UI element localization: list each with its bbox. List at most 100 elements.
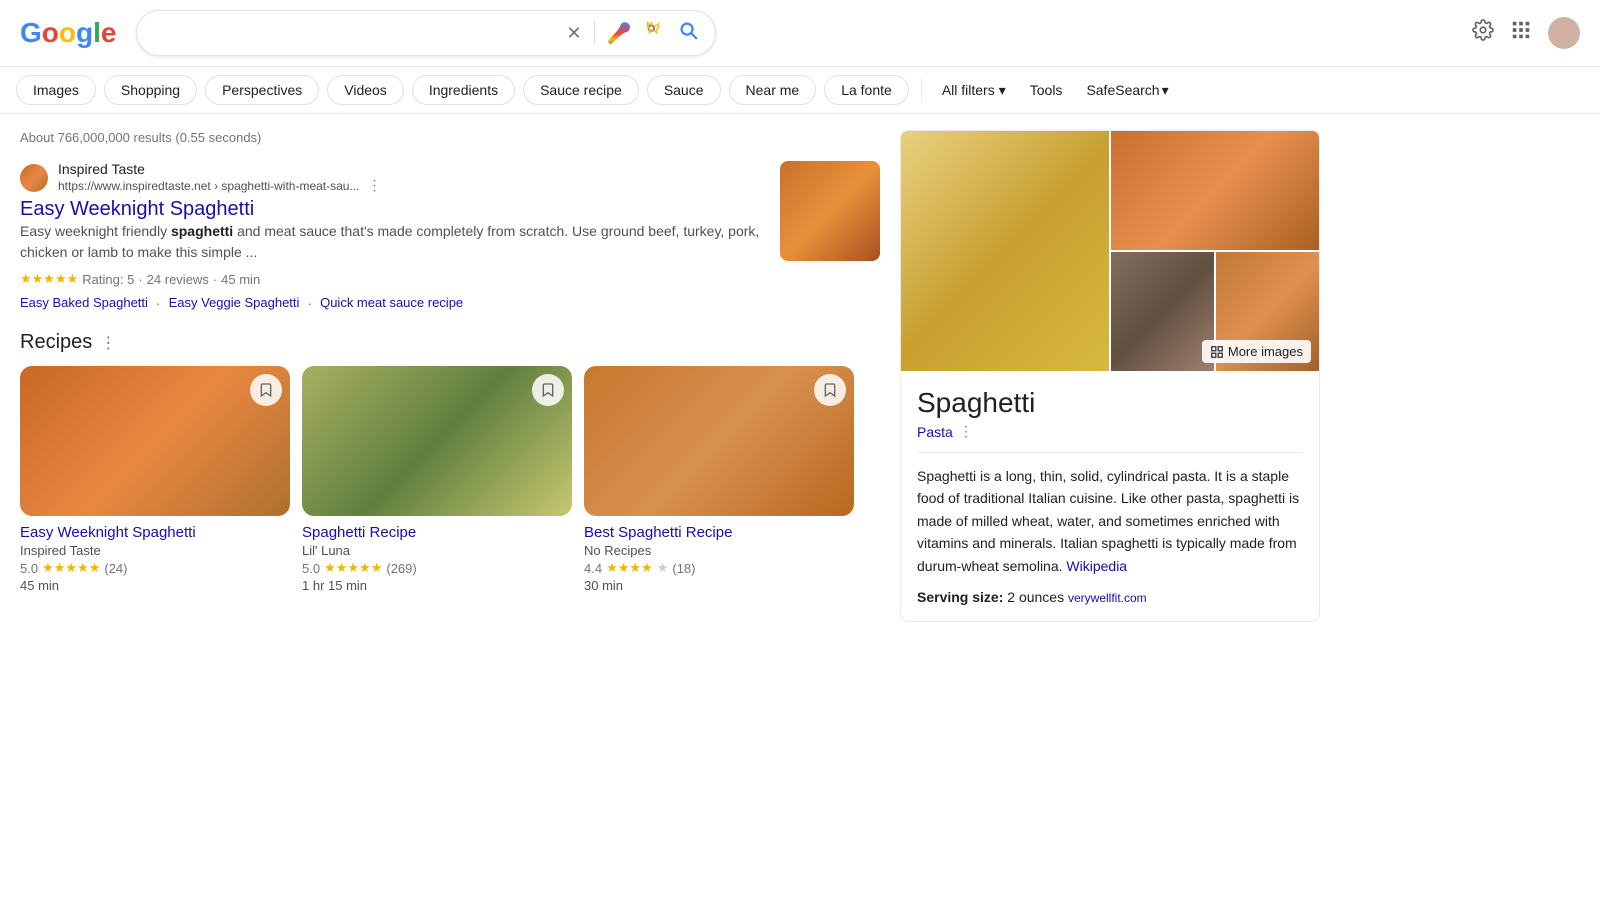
- recipe-card-2: Spaghetti Recipe Lil' Luna 5.0 ★★★★★ (26…: [302, 366, 572, 593]
- main-content: About 766,000,000 results (0.55 seconds)…: [0, 114, 1400, 638]
- recipe-stars-2: ★★★★★: [324, 560, 382, 576]
- more-images-button[interactable]: More images: [1202, 340, 1311, 363]
- cook-time: 45 min: [221, 272, 260, 287]
- recipe-title-1[interactable]: Easy Weeknight Spaghetti: [20, 524, 290, 541]
- kp-subtitle-link[interactable]: Pasta: [917, 424, 953, 440]
- recipe-rating-value-2: 5.0: [302, 561, 320, 576]
- recipe-image-1: [20, 366, 290, 516]
- kp-description: Spaghetti is a long, thin, solid, cylind…: [917, 465, 1303, 577]
- time-separator: ·: [213, 272, 217, 287]
- kp-title: Spaghetti: [917, 387, 1303, 419]
- filter-bar-divider: [921, 78, 922, 102]
- link-sep-1: ·: [156, 295, 161, 311]
- kp-image-1[interactable]: [1111, 131, 1319, 250]
- header: Google spaghetti ✕ 🎤: [0, 0, 1600, 67]
- result-thumbnail: [780, 161, 880, 261]
- safesearch-label: SafeSearch: [1086, 82, 1159, 98]
- kp-wikipedia-link[interactable]: Wikipedia: [1066, 558, 1127, 574]
- result-link-3[interactable]: Quick meat sauce recipe: [320, 295, 463, 311]
- filter-sauce[interactable]: Sauce: [647, 75, 721, 105]
- recipe-rating-3: 4.4 ★★★★★ (18): [584, 560, 854, 576]
- google-logo[interactable]: Google: [20, 17, 116, 49]
- filter-ingredients[interactable]: Ingredients: [412, 75, 515, 105]
- result-site-name: Inspired Taste: [58, 161, 381, 177]
- kp-serving-label: Serving size:: [917, 589, 1003, 605]
- search-submit-icon[interactable]: [677, 19, 699, 47]
- star-icons: ★★★★★: [20, 271, 78, 287]
- recipe-time-1: 45 min: [20, 578, 290, 593]
- recipe-rating-1: 5.0 ★★★★★ (24): [20, 560, 290, 576]
- recipe-bookmark-2[interactable]: [532, 374, 564, 406]
- filter-shopping[interactable]: Shopping: [104, 75, 197, 105]
- kp-image-3[interactable]: [1111, 252, 1214, 371]
- filter-la-fonte[interactable]: La fonte: [824, 75, 909, 105]
- kp-subtitle-menu[interactable]: ⋮: [959, 423, 973, 440]
- more-images-label: More images: [1228, 344, 1303, 359]
- apps-icon[interactable]: [1510, 19, 1532, 47]
- recipe-half-star-3: ★: [657, 560, 669, 576]
- result-snippet: Easy weeknight friendly spaghetti and me…: [20, 221, 764, 263]
- result-with-image: Inspired Taste https://www.inspiredtaste…: [20, 161, 880, 311]
- filter-videos[interactable]: Videos: [327, 75, 404, 105]
- result-rating: ★★★★★ Rating: 5 · 24 reviews · 45 min: [20, 271, 764, 287]
- tools-button[interactable]: Tools: [1022, 76, 1071, 104]
- kp-serving: Serving size: 2 ounces verywellfit.com: [917, 589, 1303, 605]
- recipe-reviews-3: (18): [672, 561, 695, 576]
- kp-main-image[interactable]: [901, 131, 1109, 371]
- filter-sauce-recipe[interactable]: Sauce recipe: [523, 75, 639, 105]
- recipes-menu-icon[interactable]: ⋮: [100, 333, 116, 353]
- kp-divider: [917, 452, 1303, 453]
- recipe-source-1: Inspired Taste: [20, 543, 290, 558]
- result-title-link[interactable]: Easy Weeknight Spaghetti: [20, 198, 254, 220]
- kp-images: More images: [901, 131, 1319, 371]
- recipes-section: Recipes ⋮ Easy Weeknight Spaghetti Inspi…: [20, 331, 880, 593]
- settings-icon[interactable]: [1472, 19, 1494, 47]
- clear-icon[interactable]: ✕: [566, 23, 581, 44]
- filter-perspectives[interactable]: Perspectives: [205, 75, 319, 105]
- result-url: https://www.inspiredtaste.net › spaghett…: [58, 179, 359, 193]
- recipe-card-1: Easy Weeknight Spaghetti Inspired Taste …: [20, 366, 290, 593]
- all-filters-button[interactable]: All filters ▾: [934, 76, 1014, 105]
- recipe-rating-value-3: 4.4: [584, 561, 602, 576]
- result-site-info: Inspired Taste https://www.inspiredtaste…: [58, 161, 381, 194]
- recipe-bookmark-3[interactable]: [814, 374, 846, 406]
- results-count: About 766,000,000 results (0.55 seconds): [20, 130, 880, 145]
- link-sep-2: ·: [307, 295, 312, 311]
- rating-value: Rating: 5: [82, 272, 134, 287]
- safesearch-button[interactable]: SafeSearch ▾: [1078, 76, 1176, 105]
- result-link-2[interactable]: Easy Veggie Spaghetti: [169, 295, 300, 311]
- recipe-bookmark-1[interactable]: [250, 374, 282, 406]
- kp-serving-source[interactable]: verywellfit.com: [1068, 591, 1147, 605]
- filter-near-me[interactable]: Near me: [729, 75, 817, 105]
- recipe-rating-2: 5.0 ★★★★★ (269): [302, 560, 572, 576]
- result-menu-icon[interactable]: ⋮: [367, 177, 381, 194]
- recipe-image-2: [302, 366, 572, 516]
- search-result-1: Inspired Taste https://www.inspiredtaste…: [20, 161, 880, 311]
- right-column: More images Spaghetti Pasta ⋮ Spaghetti …: [900, 130, 1320, 622]
- search-input[interactable]: spaghetti: [153, 24, 554, 42]
- recipes-header: Recipes ⋮: [20, 331, 880, 354]
- chevron-down-icon: ▾: [999, 82, 1006, 99]
- search-divider: [594, 21, 595, 45]
- kp-body: Spaghetti Pasta ⋮ Spaghetti is a long, t…: [901, 371, 1319, 621]
- recipe-reviews-1: (24): [104, 561, 127, 576]
- recipe-time-2: 1 hr 15 min: [302, 578, 572, 593]
- recipes-title: Recipes: [20, 331, 92, 354]
- result-link-1[interactable]: Easy Baked Spaghetti: [20, 295, 148, 311]
- filter-bar: Images Shopping Perspectives Videos Ingr…: [0, 67, 1600, 114]
- user-avatar[interactable]: [1548, 17, 1580, 49]
- mic-icon[interactable]: 🎤: [607, 21, 632, 46]
- safesearch-chevron-icon: ▾: [1162, 82, 1169, 99]
- result-links: Easy Baked Spaghetti · Easy Veggie Spagh…: [20, 295, 764, 311]
- all-filters-label: All filters: [942, 82, 995, 98]
- recipe-source-2: Lil' Luna: [302, 543, 572, 558]
- camera-icon[interactable]: [643, 20, 665, 47]
- recipe-rating-value-1: 5.0: [20, 561, 38, 576]
- recipe-stars-3: ★★★★: [606, 560, 653, 576]
- filter-images[interactable]: Images: [16, 75, 96, 105]
- recipe-card-3: Best Spaghetti Recipe No Recipes 4.4 ★★★…: [584, 366, 854, 593]
- result-favicon: [20, 164, 48, 192]
- recipe-title-2[interactable]: Spaghetti Recipe: [302, 524, 572, 541]
- recipe-reviews-2: (269): [386, 561, 416, 576]
- recipe-title-3[interactable]: Best Spaghetti Recipe: [584, 524, 854, 541]
